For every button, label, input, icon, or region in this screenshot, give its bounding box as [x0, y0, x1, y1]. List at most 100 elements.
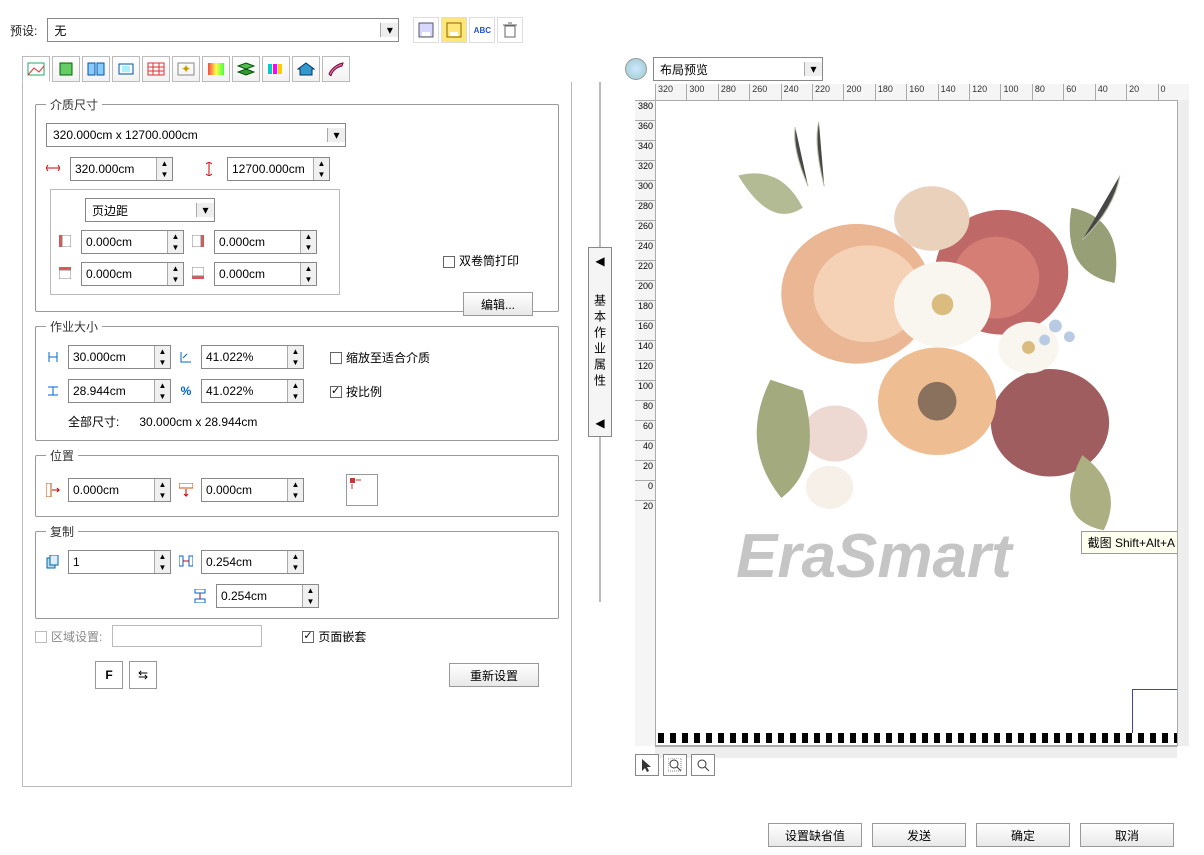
height-icon [203, 162, 217, 176]
margin-right-icon [192, 235, 206, 249]
vertical-scrollbar[interactable] [1177, 100, 1189, 746]
media-width-input[interactable]: ▲▼ [70, 157, 173, 181]
pos-legend: 位置 [46, 447, 78, 464]
tab-colors[interactable] [262, 56, 290, 82]
copy-group: 复制 ▲▼ ▲▼ ▲▼ [35, 523, 559, 619]
copy-gapy-input[interactable]: ▲▼ [216, 584, 319, 608]
total-size-label: 全部尺寸: [68, 413, 119, 430]
media-size-group: 介质尺寸 320.000cm x 12700.000cm ▾ ▲▼ ▲▼ 页边距… [35, 96, 559, 312]
pos-y-icon [179, 483, 193, 497]
pos-x-input[interactable]: ▲▼ [68, 478, 171, 502]
margin-left-input[interactable]: ▲▼ [81, 230, 184, 254]
pos-x-icon [46, 483, 60, 497]
edit-button[interactable]: 编辑... [463, 292, 533, 316]
media-size-combo[interactable]: 320.000cm x 12700.000cm ▾ [46, 123, 346, 147]
job-width-pct-input[interactable]: ▲▼ [201, 345, 304, 369]
tab-grid[interactable] [142, 56, 170, 82]
margin-type-combo[interactable]: 页边距 ▾ [85, 198, 215, 222]
zoom-region-tool[interactable] [663, 754, 687, 776]
copy-gapx-input[interactable]: ▲▼ [201, 550, 304, 574]
selection-rect[interactable] [1132, 689, 1180, 737]
gap-y-icon [194, 589, 208, 603]
margin-top-icon [59, 267, 73, 281]
triangle-left-icon: ◀ [595, 254, 604, 268]
tab-strip: ✦ [22, 56, 350, 82]
save-as-icon[interactable] [441, 17, 467, 43]
send-button[interactable]: 发送 [872, 823, 966, 847]
gap-x-icon [179, 555, 193, 569]
mid-tab-label: 基本作业属性 [592, 294, 609, 390]
double-roll-check[interactable]: 双卷筒打印 [443, 254, 519, 268]
position-group: 位置 ▲▼ ▲▼ [35, 447, 559, 517]
splitter-handle[interactable]: ◀ 基本作业属性 ◀ [585, 82, 615, 602]
preview-panel: 布局预览 ▾ 320300280260240220200180160140120… [625, 56, 1189, 776]
horizontal-scrollbar[interactable] [655, 746, 1177, 758]
job-height-pct-input[interactable]: ▲▼ [201, 379, 304, 403]
canvas-edge-pattern [658, 733, 1186, 743]
tab-layers[interactable] [232, 56, 260, 82]
left-panel: 介质尺寸 320.000cm x 12700.000cm ▾ ▲▼ ▲▼ 页边距… [22, 82, 572, 787]
job-h-icon [46, 384, 60, 398]
tab-crop[interactable] [112, 56, 140, 82]
delete-icon[interactable] [497, 17, 523, 43]
job-size-group: 作业大小 ▲▼ ▲▼ 缩放至适合介质 ▲▼ % ▲▼ 按比例 全部尺寸: 30.… [35, 318, 559, 441]
tab-stars[interactable]: ✦ [172, 56, 200, 82]
margin-top-input[interactable]: ▲▼ [81, 262, 184, 286]
ok-button[interactable]: 确定 [976, 823, 1070, 847]
margin-left-icon [59, 235, 73, 249]
flip-f-button[interactable]: F [95, 661, 123, 689]
defaults-button[interactable]: 设置缺省值 [768, 823, 862, 847]
ruler-horizontal: 3203002802602402202001801601401201008060… [655, 84, 1189, 100]
svg-text:✦: ✦ [181, 62, 191, 76]
width-icon [46, 162, 60, 176]
artwork-preview [706, 111, 1136, 541]
reset-button[interactable]: 重新设置 [449, 663, 539, 687]
media-height-input[interactable]: ▲▼ [227, 157, 330, 181]
tab-home[interactable] [292, 56, 320, 82]
preset-value: 无 [48, 22, 380, 39]
total-size-value: 30.000cm x 28.944cm [139, 415, 257, 429]
tab-layout[interactable] [22, 56, 50, 82]
page-nest-check[interactable]: 页面嵌套 [302, 628, 366, 645]
fit-media-check[interactable]: 缩放至适合介质 [330, 349, 430, 366]
zoom-tool[interactable] [691, 754, 715, 776]
ruler-vertical: 3803603403203002802602402202001801601401… [635, 100, 655, 746]
watermark-text: EraSmart [736, 521, 1012, 592]
media-legend: 介质尺寸 [46, 96, 102, 113]
job-legend: 作业大小 [46, 318, 102, 335]
area-input[interactable] [112, 625, 262, 647]
preset-combo[interactable]: 无 ▾ [47, 18, 399, 42]
keep-ratio-check[interactable]: 按比例 [330, 383, 382, 400]
pointer-tool[interactable] [635, 754, 659, 776]
chevron-down-icon: ▾ [804, 62, 822, 76]
abc-icon[interactable]: ABC [469, 17, 495, 43]
tab-page[interactable] [52, 56, 80, 82]
cancel-button[interactable]: 取消 [1080, 823, 1174, 847]
tab-brush[interactable] [322, 56, 350, 82]
anchor-button[interactable] [346, 474, 378, 506]
copy-count-input[interactable]: ▲▼ [68, 550, 171, 574]
link-icon-button[interactable]: ⇆ [129, 661, 157, 689]
tab-gradients[interactable] [202, 56, 230, 82]
margin-right-input[interactable]: ▲▼ [214, 230, 317, 254]
save-icon[interactable] [413, 17, 439, 43]
job-w-icon [46, 350, 60, 364]
area-check[interactable]: 区域设置: [35, 628, 102, 645]
clock-icon[interactable] [625, 58, 647, 80]
chevron-down-icon: ▾ [380, 23, 398, 37]
job-height-input[interactable]: ▲▼ [68, 379, 171, 403]
copies-icon [46, 555, 60, 569]
dialog-footer: 设置缺省值 发送 确定 取消 [0, 823, 1204, 847]
margin-bottom-input[interactable]: ▲▼ [214, 262, 317, 286]
pos-y-input[interactable]: ▲▼ [201, 478, 304, 502]
tab-tile[interactable] [82, 56, 110, 82]
margin-bottom-icon [192, 267, 206, 281]
job-width-input[interactable]: ▲▼ [68, 345, 171, 369]
chevron-down-icon: ▾ [327, 128, 345, 142]
percent-icon: % [179, 384, 193, 398]
chevron-down-icon: ▾ [196, 203, 214, 217]
copy-legend: 复制 [46, 523, 78, 540]
preview-canvas[interactable]: EraSmart 截图 Shift+Alt+A [655, 100, 1189, 746]
preview-mode-combo[interactable]: 布局预览 ▾ [653, 57, 823, 81]
preset-label: 预设: [10, 22, 37, 39]
